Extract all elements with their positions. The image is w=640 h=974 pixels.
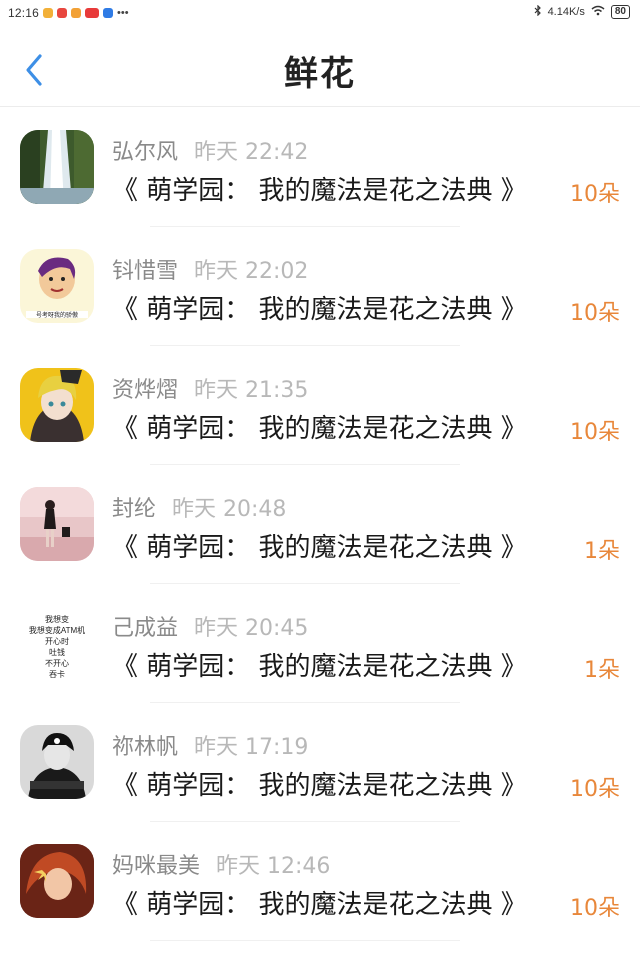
send-time: 昨天 22:42	[194, 140, 309, 165]
avatar[interactable]	[20, 844, 94, 918]
book-title: 《 萌学园： 我的魔法是花之法典 》	[112, 414, 527, 444]
flower-amount: 1朵	[584, 658, 620, 683]
list-item[interactable]: 祢林帆 昨天 17:19 《 萌学园： 我的魔法是花之法典 》 10朵	[0, 703, 640, 822]
battery-icon: 80	[610, 5, 630, 19]
flower-amount: 10朵	[570, 777, 620, 802]
page-title: 鲜花	[284, 54, 356, 94]
list-item[interactable]: 弘尔风 昨天 22:42 《 萌学园： 我的魔法是花之法典 》 10朵	[0, 108, 640, 227]
send-time: 昨天 22:02	[194, 259, 309, 284]
sender-name: 己成益 昨天 20:45	[112, 616, 309, 641]
list-item[interactable]: 号考呀我的骄傲 钭惜雪 昨天 22:02 《 萌学园： 我的魔法是花之法典 》 1…	[0, 227, 640, 346]
status-bar: 12:16 ••• 4.14K/s 80	[0, 0, 640, 26]
flower-amount: 10朵	[570, 420, 620, 445]
sender-name: 弘尔风 昨天 22:42	[112, 140, 309, 165]
avatar-text: 我想变 我想变成ATM机 开心时 吐钱 不开心 吞卡	[28, 615, 86, 679]
svg-text:号考呀我的骄傲: 号考呀我的骄傲	[36, 311, 78, 319]
list-item[interactable]: 妈咪最美 昨天 12:46 《 萌学园： 我的魔法是花之法典 》 10朵	[0, 822, 640, 941]
flower-gift-list: 弘尔风 昨天 22:42 《 萌学园： 我的魔法是花之法典 》 10朵 号考呀我的…	[0, 108, 640, 941]
app-notification-icon	[103, 8, 114, 18]
sender-name: 钭惜雪 昨天 22:02	[112, 259, 309, 284]
book-title: 《 萌学园： 我的魔法是花之法典 》	[112, 533, 527, 563]
book-title: 《 萌学园： 我的魔法是花之法典 》	[112, 652, 527, 682]
network-speed: 4.14K/s	[547, 6, 585, 18]
header: 鲜花	[0, 28, 640, 107]
more-notifications-icon: •••	[117, 7, 129, 19]
sender-name: 妈咪最美 昨天 12:46	[112, 854, 331, 879]
sender-name: 祢林帆 昨天 17:19	[112, 735, 309, 760]
app-notification-icon	[57, 8, 68, 18]
list-item[interactable]: 我想变 我想变成ATM机 开心时 吐钱 不开心 吞卡 己成益 昨天 20:45 《…	[0, 584, 640, 703]
send-time: 昨天 12:46	[216, 854, 331, 879]
list-item[interactable]: 封纶 昨天 20:48 《 萌学园： 我的魔法是花之法典 》 1朵	[0, 465, 640, 584]
book-title: 《 萌学园： 我的魔法是花之法典 》	[112, 176, 527, 206]
flower-amount: 10朵	[570, 301, 620, 326]
avatar[interactable]: 我想变 我想变成ATM机 开心时 吐钱 不开心 吞卡	[20, 606, 94, 680]
flower-amount: 10朵	[570, 182, 620, 207]
wifi-icon	[591, 5, 605, 19]
divider	[150, 940, 460, 941]
avatar[interactable]	[20, 725, 94, 799]
send-time: 昨天 17:19	[194, 735, 309, 760]
book-title: 《 萌学园： 我的魔法是花之法典 》	[112, 890, 527, 920]
send-time: 昨天 20:48	[172, 497, 287, 522]
flower-amount: 1朵	[584, 539, 620, 564]
avatar[interactable]	[20, 130, 94, 204]
book-title: 《 萌学园： 我的魔法是花之法典 》	[112, 295, 527, 325]
sender-name: 资烨熠 昨天 21:35	[112, 378, 309, 403]
flower-amount: 10朵	[570, 896, 620, 921]
app-notification-icon	[43, 8, 54, 18]
bluetooth-icon	[534, 4, 542, 19]
status-time: 12:16	[8, 6, 40, 20]
book-title: 《 萌学园： 我的魔法是花之法典 》	[112, 771, 527, 801]
send-time: 昨天 20:45	[194, 616, 309, 641]
app-notification-icon	[71, 8, 82, 18]
sender-name: 封纶 昨天 20:48	[112, 497, 287, 522]
avatar[interactable]: 号考呀我的骄傲	[20, 249, 94, 323]
list-item[interactable]: 资烨熠 昨天 21:35 《 萌学园： 我的魔法是花之法典 》 10朵	[0, 346, 640, 465]
app-notification-icon	[85, 8, 100, 18]
avatar[interactable]	[20, 368, 94, 442]
send-time: 昨天 21:35	[194, 378, 309, 403]
avatar[interactable]	[20, 487, 94, 561]
